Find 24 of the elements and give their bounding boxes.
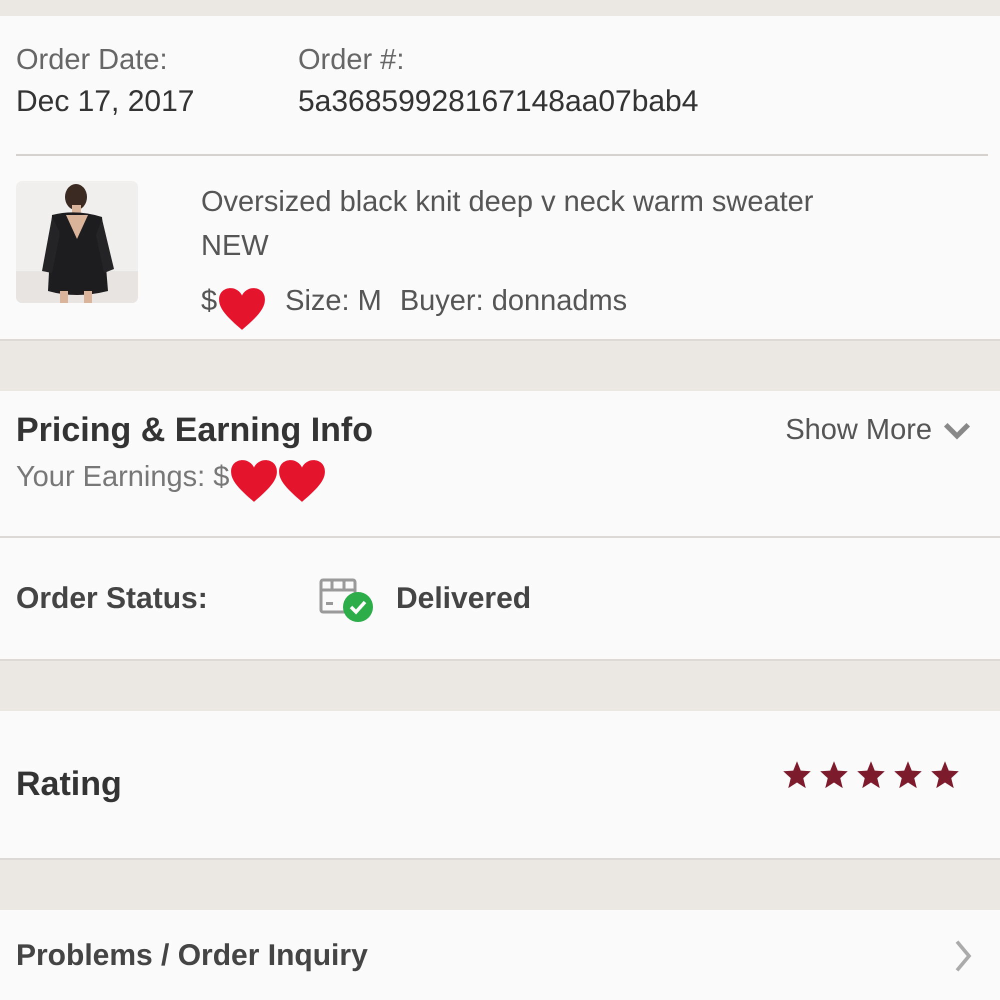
star-icon xyxy=(893,760,923,790)
price-text: $ xyxy=(201,284,218,318)
heart-icon xyxy=(229,458,280,504)
heart-icon xyxy=(277,458,328,504)
order-status-value: Delivered xyxy=(396,582,532,616)
order-number: 5a36859928167148aa07bab4 xyxy=(298,85,698,119)
star-icon xyxy=(819,760,849,790)
order-number-label: Order #: xyxy=(298,44,406,77)
rating-label: Rating xyxy=(16,765,122,804)
item-title: Oversized black knit deep v neck warm sweater NEW xyxy=(201,185,814,264)
star-icon xyxy=(782,760,812,790)
heart-icon xyxy=(217,286,268,332)
star-icon xyxy=(856,760,886,790)
earnings-text: Your Earnings: $ xyxy=(16,460,230,494)
item-buyer: Buyer: donnadms xyxy=(400,284,628,318)
order-date: Dec 17, 2017 xyxy=(16,85,196,119)
show-more-button[interactable]: Show More xyxy=(785,414,972,447)
star-icon xyxy=(930,760,960,790)
order-status-label: Order Status: xyxy=(16,582,209,616)
inquiry-label: Problems / Order Inquiry xyxy=(16,939,368,973)
pricing-title: Pricing & Earning Info xyxy=(16,411,374,450)
order-date-label: Order Date: xyxy=(16,44,168,77)
item-size: Size: M xyxy=(285,284,382,318)
inquiry-row[interactable]: Problems / Order Inquiry xyxy=(0,910,1000,1000)
